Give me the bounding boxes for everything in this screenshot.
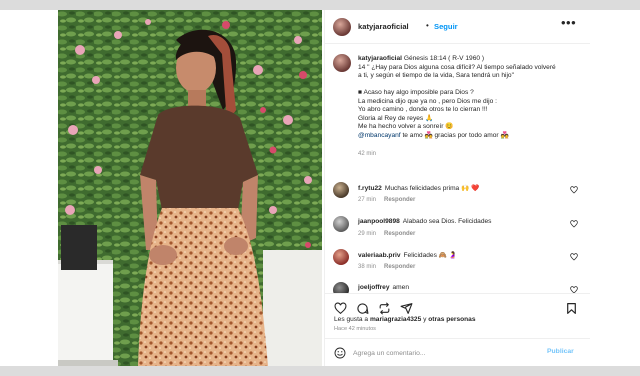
comment-text-line: valeriaab.priv Felicidades 🙈 🤰 <box>358 251 568 259</box>
like-comment-heart-icon[interactable] <box>570 286 578 293</box>
header-separator: • <box>426 21 429 30</box>
comment-bubble-icon[interactable] <box>356 302 369 315</box>
like-comment-heart-icon[interactable] <box>570 186 578 194</box>
emoji-icon[interactable] <box>334 347 346 359</box>
comment-meta: 38 min Responder <box>358 264 415 270</box>
reply-button[interactable]: Responder <box>384 264 415 270</box>
likes-summary: Les gusta a mariagrazia4325 y otras pers… <box>334 316 476 323</box>
repost-icon[interactable] <box>378 302 391 315</box>
more-options-icon[interactable]: ••• <box>561 15 576 30</box>
commenter-username[interactable]: f.rytu22 <box>358 185 382 192</box>
caption-line-5: La medicina dijo que ya no , pero Dios m… <box>358 97 497 105</box>
screenshot-right-margin <box>590 10 640 366</box>
commenter-avatar[interactable] <box>333 216 349 232</box>
like-comment-heart-icon[interactable] <box>570 253 578 261</box>
caption-text: katyjaraoficial Génesis 18:14 ( R-V 1960… <box>358 55 586 140</box>
caption-author-avatar[interactable] <box>333 54 351 72</box>
comment-text: Felicidades 🙈 🤰 <box>403 252 457 259</box>
comment-input[interactable] <box>353 345 533 361</box>
caption-username[interactable]: katyjaraoficial <box>358 55 402 62</box>
comment-text-line: f.rytu22 Muchas felicidades prima 🙌 ❤️ <box>358 184 568 192</box>
comment-time: 29 min <box>358 231 377 237</box>
like-heart-icon[interactable] <box>334 302 347 315</box>
share-send-icon[interactable] <box>400 302 413 315</box>
like-comment-heart-icon[interactable] <box>570 220 578 228</box>
comment-item: joeljoffrey amen <box>325 282 591 293</box>
comment-item: f.rytu22 Muchas felicidades prima 🙌 ❤️ 27… <box>325 182 591 212</box>
commenter-username[interactable]: joeljoffrey <box>358 284 390 291</box>
comment-item: jaanpool9898 Alabado sea Dios. Felicidade… <box>325 216 591 246</box>
author-username[interactable]: katyjaraoficial <box>358 22 409 31</box>
comment-text-line: jaanpool9898 Alabado sea Dios. Felicidade… <box>358 218 568 225</box>
reply-button[interactable]: Responder <box>384 231 415 237</box>
reply-button[interactable]: Responder <box>384 197 415 203</box>
screenshot-left-margin <box>0 10 58 366</box>
caption-line-4: ■ Acaso hay algo imposible para Dios ? <box>358 89 474 96</box>
comment-text: Muchas felicidades prima 🙌 ❤️ <box>384 185 480 192</box>
author-avatar[interactable] <box>333 18 351 36</box>
caption-line-8: Me ha hecho volver a sonreír 😊 <box>358 123 454 130</box>
comment-item: valeriaab.priv Felicidades 🙈 🤰 38 min Resp… <box>325 249 591 279</box>
comment-text: amen <box>392 284 410 291</box>
liked-by-user-link[interactable]: mariagrazia4325 <box>370 316 421 323</box>
commenter-avatar[interactable] <box>333 182 349 198</box>
comment-time: 38 min <box>358 264 377 270</box>
caption-line-9: te amo 💑 gracias por todo amor 💑 <box>400 131 509 139</box>
caption-line-7: Gloria al Rey de reyes 🙏 <box>358 114 434 122</box>
post-details-pane: katyjaraoficial • Seguir ••• katyjaraofi… <box>324 10 591 366</box>
save-bookmark-icon[interactable] <box>565 302 578 315</box>
comment-time: 27 min <box>358 197 377 203</box>
commenter-avatar[interactable] <box>333 249 349 265</box>
follow-button[interactable]: Seguir <box>434 22 458 31</box>
publish-comment-button[interactable]: Publicar <box>547 348 574 355</box>
post-photo <box>58 10 322 366</box>
comment-meta: 27 min Responder <box>358 197 415 203</box>
caption-line-2: 14 " ¿Hay para Dios alguna cosa difícil?… <box>358 63 556 71</box>
caption-line-3: a ti, y según el tiempo de la vida, Sara… <box>358 72 514 79</box>
screenshot-bottom-border <box>0 366 640 376</box>
caption-line-1: Génesis 18:14 ( R-V 1960 ) <box>401 55 485 62</box>
screenshot-top-border <box>0 0 640 10</box>
comment-meta: 29 min Responder <box>358 231 415 237</box>
likes-prefix: Les gusta a <box>334 316 370 323</box>
comment-text-line: joeljoffrey amen <box>358 284 568 291</box>
caption-mention-link[interactable]: @mbancayanf <box>358 132 401 139</box>
liked-by-others-link[interactable]: otras personas <box>428 316 475 323</box>
post-header: katyjaraoficial • Seguir ••• <box>325 10 591 44</box>
caption-line-6: Yo abro camino , donde otros te lo cierr… <box>358 106 488 113</box>
commenter-avatar[interactable] <box>333 282 349 293</box>
comment-text: Alabado sea Dios. Felicidades <box>402 218 492 225</box>
caption-timestamp: 42 min <box>358 151 377 157</box>
add-comment-bar: Publicar <box>325 338 591 366</box>
commenter-username[interactable]: jaanpool9898 <box>358 218 400 225</box>
post-photo-illustration <box>58 10 322 366</box>
comments-scroll-area[interactable]: katyjaraoficial Génesis 18:14 ( R-V 1960… <box>325 46 591 293</box>
post-age: Hace 42 minutos <box>334 326 376 332</box>
commenter-username[interactable]: valeriaab.priv <box>358 252 401 259</box>
